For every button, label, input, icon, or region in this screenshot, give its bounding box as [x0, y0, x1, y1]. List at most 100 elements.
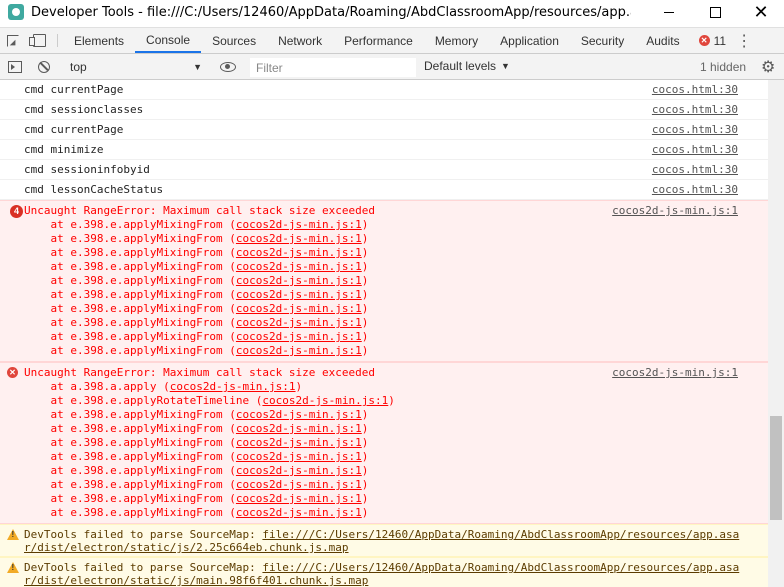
tab-sources[interactable]: Sources	[201, 28, 267, 53]
stack-frame-link[interactable]: cocos2d-js-min.js:1	[236, 464, 362, 477]
tab-application[interactable]: Application	[489, 28, 570, 53]
stack-frame-link[interactable]: cocos2d-js-min.js:1	[236, 506, 362, 519]
stack-frame-link[interactable]: cocos2d-js-min.js:1	[236, 218, 362, 231]
console-error-message[interactable]: 4 Uncaught RangeError: Maximum call stac…	[0, 200, 768, 362]
device-toolbar-button[interactable]	[26, 28, 52, 53]
stack-trace: at a.398.a.apply (cocos2d-js-min.js:1) a…	[24, 380, 768, 520]
stack-frame-text: )	[388, 394, 395, 407]
log-levels-dropdown[interactable]: Default levels ▼	[424, 59, 510, 73]
error-source-link[interactable]: cocos2d-js-min.js:1	[612, 366, 738, 380]
console-log-row: cmd sessioninfobyid cocos.html:30	[0, 160, 768, 180]
console-log-row: cmd lessonCacheStatus cocos.html:30	[0, 180, 768, 200]
stack-frame: at e.398.e.applyMixingFrom (cocos2d-js-m…	[24, 422, 768, 436]
stack-frame-text: at e.398.e.applyMixingFrom (	[24, 274, 236, 287]
sourcemap-link-cont[interactable]: r/dist/electron/static/js/2.25c664eb.chu…	[24, 541, 349, 554]
stack-frame: at e.398.e.applyMixingFrom (cocos2d-js-m…	[24, 232, 768, 246]
console-warning-message[interactable]: DevTools failed to parse SourceMap: file…	[0, 524, 768, 557]
tab-network[interactable]: Network	[267, 28, 333, 53]
stack-frame-link[interactable]: cocos2d-js-min.js:1	[236, 436, 362, 449]
stack-frame: at e.398.e.applyMixingFrom (cocos2d-js-m…	[24, 218, 768, 232]
error-icon: ✕	[7, 367, 18, 378]
log-source-link[interactable]: cocos.html:30	[652, 80, 738, 99]
stack-frame-text: )	[361, 464, 369, 477]
stack-frame-text: )	[361, 506, 369, 519]
stack-frame-text: )	[361, 344, 369, 357]
console-warning-message[interactable]: DevTools failed to parse SourceMap: file…	[0, 557, 768, 587]
stack-frame-link[interactable]: cocos2d-js-min.js:1	[236, 274, 362, 287]
tab-security[interactable]: Security	[570, 28, 635, 53]
stack-frame-link[interactable]: cocos2d-js-min.js:1	[236, 260, 362, 273]
log-source-link[interactable]: cocos.html:30	[652, 140, 738, 159]
stack-frame-text: at e.398.e.applyMixingFrom (	[24, 344, 236, 357]
tab-elements[interactable]: Elements	[63, 28, 135, 53]
tab-audits[interactable]: Audits	[635, 28, 690, 53]
sourcemap-link[interactable]: file:///C:/Users/12460/AppData/Roaming/A…	[262, 528, 739, 541]
console-log-row: cmd currentPage cocos.html:30	[0, 80, 768, 100]
clear-console-icon[interactable]	[38, 60, 50, 73]
console-error-message[interactable]: ✕ Uncaught RangeError: Maximum call stac…	[0, 362, 768, 524]
devtools-tabbar: Elements Console Sources Network Perform…	[0, 27, 784, 54]
stack-frame-text: at e.398.e.applyMixingFrom (	[24, 232, 236, 245]
stack-frame-link[interactable]: cocos2d-js-min.js:1	[170, 380, 296, 393]
stack-frame: at e.398.e.applyMixingFrom (cocos2d-js-m…	[24, 260, 768, 274]
stack-frame: at e.398.e.applyMixingFrom (cocos2d-js-m…	[24, 492, 768, 506]
error-count-badge[interactable]: ✕ 11	[691, 28, 734, 53]
stack-frame-text: at e.398.e.applyMixingFrom (	[24, 492, 236, 505]
stack-frame-link[interactable]: cocos2d-js-min.js:1	[236, 422, 362, 435]
tab-memory[interactable]: Memory	[424, 28, 489, 53]
stack-frame-link[interactable]: cocos2d-js-min.js:1	[236, 450, 362, 463]
stack-frame: at e.398.e.applyMixingFrom (cocos2d-js-m…	[24, 436, 768, 450]
log-source-link[interactable]: cocos.html:30	[652, 100, 738, 119]
stack-frame-link[interactable]: cocos2d-js-min.js:1	[236, 478, 362, 491]
stack-frame-text: at e.398.e.applyMixingFrom (	[24, 408, 236, 421]
stack-frame-link[interactable]: cocos2d-js-min.js:1	[236, 492, 362, 505]
stack-frame-link[interactable]: cocos2d-js-min.js:1	[236, 246, 362, 259]
show-sidebar-icon[interactable]	[8, 60, 22, 73]
tab-performance[interactable]: Performance	[333, 28, 424, 53]
stack-frame: at e.398.e.applyMixingFrom (cocos2d-js-m…	[24, 288, 768, 302]
app-icon	[8, 4, 24, 20]
console-scrollbar[interactable]	[768, 80, 784, 587]
stack-frame: at e.398.e.applyMixingFrom (cocos2d-js-m…	[24, 316, 768, 330]
stack-frame-link[interactable]: cocos2d-js-min.js:1	[236, 330, 362, 343]
error-source-link[interactable]: cocos2d-js-min.js:1	[612, 204, 738, 218]
settings-gear-icon[interactable]: ⚙	[761, 59, 775, 75]
context-value: top	[70, 60, 87, 74]
stack-frame-text: )	[361, 218, 369, 231]
stack-frame-text: at e.398.e.applyMixingFrom (	[24, 218, 236, 231]
minimize-button[interactable]	[646, 0, 692, 24]
stack-frame-link[interactable]: cocos2d-js-min.js:1	[236, 344, 362, 357]
log-levels-label: Default levels	[424, 59, 497, 73]
window-title: Developer Tools - file:///C:/Users/12460…	[31, 4, 631, 20]
stack-frame-text: )	[295, 380, 303, 393]
context-selector[interactable]: top ▼	[64, 58, 208, 76]
stack-frame-link[interactable]: cocos2d-js-min.js:1	[236, 288, 362, 301]
log-source-link[interactable]: cocos.html:30	[652, 120, 738, 139]
scrollbar-thumb[interactable]	[770, 416, 782, 520]
live-expression-eye-icon[interactable]	[220, 62, 236, 72]
filter-input[interactable]	[250, 58, 416, 77]
error-repeat-count-badge: 4	[10, 205, 23, 218]
dropdown-arrow-icon: ▼	[193, 62, 202, 72]
stack-frame: at e.398.e.applyMixingFrom (cocos2d-js-m…	[24, 246, 768, 260]
stack-frame-text: )	[361, 260, 369, 273]
maximize-button[interactable]	[692, 0, 738, 24]
more-menu-icon[interactable]: ⋮	[734, 28, 754, 53]
tab-console[interactable]: Console	[135, 28, 202, 53]
stack-frame-link[interactable]: cocos2d-js-min.js:1	[236, 302, 362, 315]
log-source-link[interactable]: cocos.html:30	[652, 160, 738, 179]
sourcemap-link-cont[interactable]: r/dist/electron/static/js/main.98f6f401.…	[24, 574, 368, 587]
log-source-link[interactable]: cocos.html:30	[652, 180, 738, 199]
sourcemap-link[interactable]: file:///C:/Users/12460/AppData/Roaming/A…	[262, 561, 739, 574]
stack-frame-text: )	[361, 316, 369, 329]
dropdown-arrow-icon: ▼	[501, 61, 510, 71]
close-button[interactable]: ✕	[738, 0, 784, 24]
inspect-element-button[interactable]	[0, 28, 26, 53]
stack-frame-link[interactable]: cocos2d-js-min.js:1	[236, 232, 362, 245]
stack-frame-link[interactable]: cocos2d-js-min.js:1	[236, 316, 362, 329]
stack-frame-link[interactable]: cocos2d-js-min.js:1	[262, 394, 388, 407]
log-text: cmd sessioninfobyid	[24, 163, 150, 176]
console-messages: cmd currentPage cocos.html:30 cmd sessio…	[0, 80, 768, 587]
stack-frame-link[interactable]: cocos2d-js-min.js:1	[236, 408, 362, 421]
log-text: cmd lessonCacheStatus	[24, 183, 164, 196]
